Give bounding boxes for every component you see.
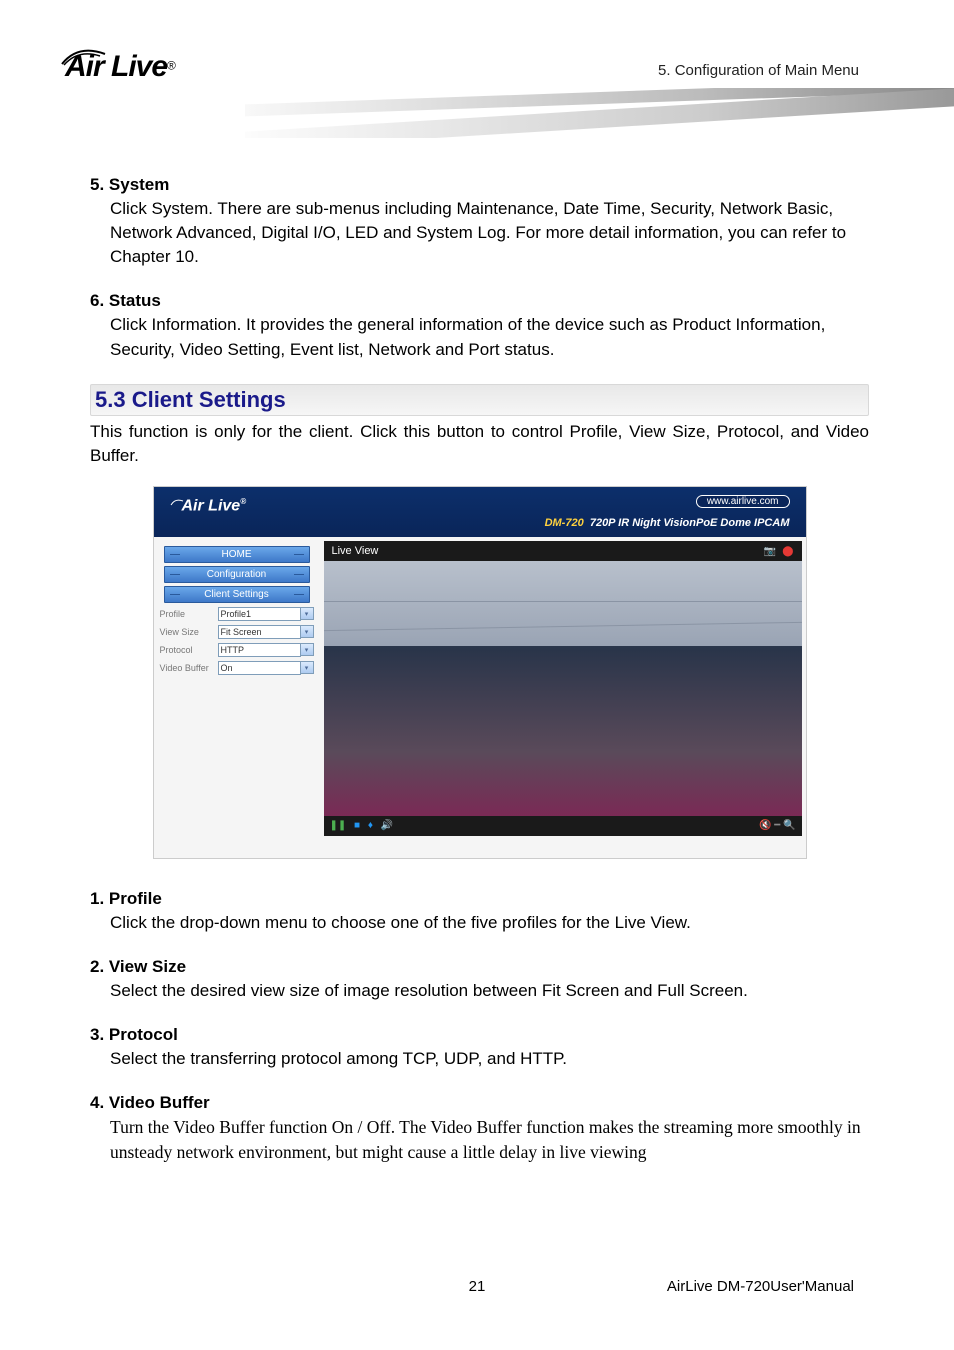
nav-home-button[interactable]: HOME (164, 546, 310, 563)
chapter-label: 5. Configuration of Main Menu (658, 62, 859, 79)
record-icon[interactable]: ⬤ (782, 546, 793, 557)
profile-label: Profile (160, 609, 218, 619)
scr-logo: Air Live® (170, 497, 247, 515)
speaker-icon[interactable]: 🔊 (381, 820, 393, 831)
scr-model-label: DM-720 720P IR Night VisionPoE Dome IPCA… (545, 517, 790, 529)
section-protocol-title: 3. Protocol (90, 1025, 869, 1045)
volume-icon[interactable]: 🔇 (759, 820, 771, 831)
section-profile-body: Click the drop-down menu to choose one o… (90, 911, 869, 935)
mic-icon[interactable]: ♦ (368, 820, 373, 831)
embedded-screenshot: Air Live® www.airlive.com DM-720 720P IR… (153, 486, 807, 859)
zoom-icon[interactable]: 🔍 (783, 820, 795, 831)
section-protocol-body: Select the transferring protocol among T… (90, 1047, 869, 1071)
scr-url-badge[interactable]: www.airlive.com (696, 495, 790, 508)
pause-icon[interactable]: ❚❚ (330, 820, 347, 831)
section-system-title: 5. System (90, 175, 869, 195)
brand-logo: Air Live® (65, 50, 235, 84)
heading-client-settings: 5.3 Client Settings (90, 384, 869, 416)
chevron-down-icon[interactable]: ▾ (300, 661, 314, 674)
footer-manual-name: AirLive DM-720User'Manual (667, 1278, 854, 1295)
page-number: 21 (469, 1278, 486, 1295)
chevron-down-icon[interactable]: ▾ (300, 643, 314, 656)
buffer-select[interactable]: On (218, 661, 301, 675)
registered-mark: ® (167, 59, 176, 73)
section-profile-title: 1. Profile (90, 889, 869, 909)
camera-icon[interactable]: 📷 (764, 546, 776, 557)
stop-icon[interactable]: ■ (354, 820, 360, 831)
section-videobuffer-title: 4. Video Buffer (90, 1093, 869, 1113)
protocol-select[interactable]: HTTP (218, 643, 301, 657)
chevron-down-icon[interactable]: ▾ (300, 625, 314, 638)
viewsize-select[interactable]: Fit Screen (218, 625, 301, 639)
section-viewsize-title: 2. View Size (90, 957, 869, 977)
section-system-body: Click System. There are sub-menus includ… (90, 197, 869, 269)
header-decoration (245, 88, 954, 138)
client-settings-intro: This function is only for the client. Cl… (90, 420, 869, 468)
volume-slider[interactable]: ━ (774, 820, 780, 831)
section-videobuffer-body: Turn the Video Buffer function On / Off.… (90, 1115, 869, 1164)
chevron-down-icon[interactable]: ▾ (300, 607, 314, 620)
section-status-title: 6. Status (90, 291, 869, 311)
video-feed (324, 561, 802, 816)
section-status-body: Click Information. It provides the gener… (90, 313, 869, 361)
live-view-title: Live View (332, 545, 379, 557)
protocol-label: Protocol (160, 645, 218, 655)
section-viewsize-body: Select the desired view size of image re… (90, 979, 869, 1003)
buffer-label: Video Buffer (160, 663, 218, 673)
nav-client-button[interactable]: Client Settings (164, 586, 310, 603)
nav-config-button[interactable]: Configuration (164, 566, 310, 583)
viewsize-label: View Size (160, 627, 218, 637)
profile-select[interactable]: Profile1 (218, 607, 301, 621)
